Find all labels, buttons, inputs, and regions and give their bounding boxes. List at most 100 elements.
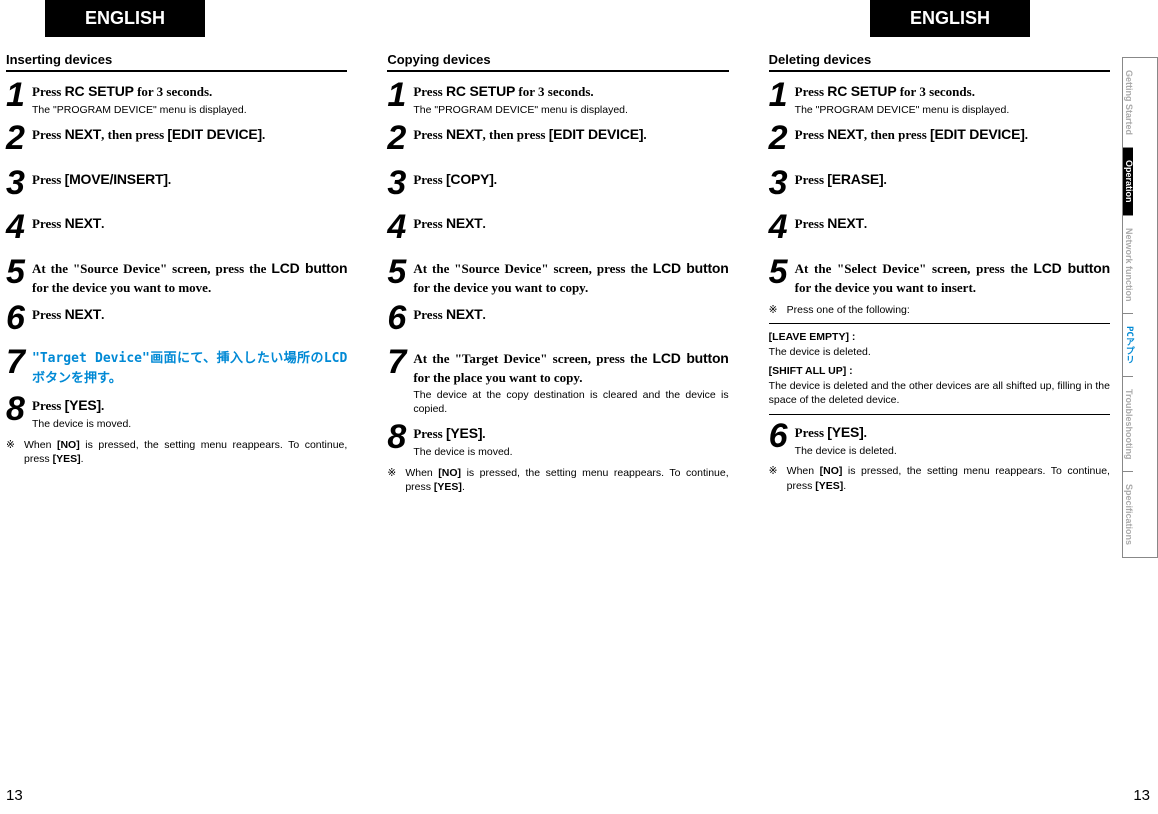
column-inserting: Inserting devices 1 Press RC SETUP for 3… <box>6 52 347 495</box>
step-number: 3 <box>6 168 32 199</box>
step-number: 7 <box>387 347 413 416</box>
step-number: 6 <box>387 303 413 334</box>
section-title: Deleting devices <box>769 52 1110 72</box>
step-number: 1 <box>6 80 32 117</box>
step-6: 6 Press NEXT. <box>387 303 728 334</box>
step-2: 2 Press NEXT, then press [EDIT DEVICE]. <box>769 123 1110 154</box>
step-number: 3 <box>769 168 795 199</box>
language-tab-right: ENGLISH <box>870 0 1030 37</box>
column-copying: Copying devices 1 Press RC SETUP for 3 s… <box>387 52 728 495</box>
step-number: 7 <box>6 347 32 388</box>
page-number-right: 13 <box>1133 787 1150 804</box>
step-subtext: The device is moved. <box>32 418 347 432</box>
step-4: 4 Press NEXT. <box>769 212 1110 243</box>
step-text: At the "Select Device" screen, press the… <box>795 259 1110 297</box>
step-text: Press [YES]. <box>413 424 728 444</box>
step-text: Press NEXT. <box>795 214 1110 234</box>
tab-troubleshooting[interactable]: Troubleshooting <box>1123 377 1133 473</box>
note-mark: ※ <box>769 303 787 318</box>
step-text: Press RC SETUP for 3 seconds. <box>32 82 347 102</box>
step-5: 5 At the "Select Device" screen, press t… <box>769 257 1110 297</box>
step-text: Press [MOVE/INSERT]. <box>32 170 347 190</box>
note-mark: ※ <box>387 466 405 495</box>
column-deleting: Deleting devices 1 Press RC SETUP for 3 … <box>769 52 1110 495</box>
step-number: 5 <box>6 257 32 297</box>
option-text: The device is deleted. <box>769 345 1110 360</box>
step-text: Press NEXT. <box>32 214 347 234</box>
side-tabs: Getting Started Operation Network functi… <box>1122 57 1158 558</box>
footnote: ※ When [NO] is pressed, the setting menu… <box>769 464 1110 493</box>
step-text: Press RC SETUP for 3 seconds. <box>795 82 1110 102</box>
step-text: At the "Target Device" screen, press the… <box>413 349 728 387</box>
tab-network-function[interactable]: Network function <box>1123 216 1133 315</box>
tab-specifications[interactable]: Specifications <box>1123 472 1133 557</box>
footnote: ※ When [NO] is pressed, the setting menu… <box>6 438 347 467</box>
step-4: 4 Press NEXT. <box>387 212 728 243</box>
step-text: Press NEXT, then press [EDIT DEVICE]. <box>32 125 347 145</box>
step-text: At the "Source Device" screen, press the… <box>413 259 728 297</box>
manual-page: ENGLISH ENGLISH Inserting devices 1 Pres… <box>0 0 1158 814</box>
step-7: 7 At the "Target Device" screen, press t… <box>387 347 728 416</box>
option-label: [LEAVE EMPTY] : <box>769 330 1110 345</box>
step-subtext: The device is deleted. <box>795 445 1110 459</box>
step-6: 6 Press NEXT. <box>6 303 347 334</box>
step-6: 6 Press [YES]. The device is deleted. <box>769 421 1110 458</box>
step-5: 5 At the "Source Device" screen, press t… <box>387 257 728 297</box>
step-1: 1 Press RC SETUP for 3 seconds. The "PRO… <box>769 80 1110 117</box>
footnote: ※ When [NO] is pressed, the setting menu… <box>387 466 728 495</box>
note-text: When [NO] is pressed, the setting menu r… <box>787 464 1110 493</box>
step-4: 4 Press NEXT. <box>6 212 347 243</box>
language-tab-left: ENGLISH <box>45 0 205 37</box>
step-text: Press [ERASE]. <box>795 170 1110 190</box>
divider <box>769 414 1110 415</box>
option-intro: ※ Press one of the following: <box>769 303 1110 318</box>
step-number: 4 <box>6 212 32 243</box>
option-leave-empty: [LEAVE EMPTY] : The device is deleted. <box>769 330 1110 359</box>
step-subtext: The "PROGRAM DEVICE" menu is displayed. <box>413 104 728 118</box>
step-7: 7 "Target Device"画面にて、挿入したい場所のLCDボタンを押す。 <box>6 347 347 388</box>
tab-operation[interactable]: Operation <box>1123 148 1133 216</box>
step-text: At the "Source Device" screen, press the… <box>32 259 347 297</box>
step-3: 3 Press [MOVE/INSERT]. <box>6 168 347 199</box>
note-text: When [NO] is pressed, the setting menu r… <box>405 466 728 495</box>
step-text: Press RC SETUP for 3 seconds. <box>413 82 728 102</box>
option-shift-all-up: [SHIFT ALL UP] : The device is deleted a… <box>769 364 1110 408</box>
step-subtext: The "PROGRAM DEVICE" menu is displayed. <box>795 104 1110 118</box>
step-1: 1 Press RC SETUP for 3 seconds. The "PRO… <box>6 80 347 117</box>
section-title: Inserting devices <box>6 52 347 72</box>
step-text: Press [YES]. <box>32 396 347 416</box>
note-text: When [NO] is pressed, the setting menu r… <box>24 438 347 467</box>
tab-pc-app[interactable]: PCアプリ <box>1123 314 1133 377</box>
step-subtext: The "PROGRAM DEVICE" menu is displayed. <box>32 104 347 118</box>
step-text: Press NEXT, then press [EDIT DEVICE]. <box>795 125 1110 145</box>
step-number: 3 <box>387 168 413 199</box>
step-subtext: The device is moved. <box>413 446 728 460</box>
step-text-jp: "Target Device"画面にて、挿入したい場所のLCDボタンを押す。 <box>32 349 347 388</box>
step-text: Press NEXT, then press [EDIT DEVICE]. <box>413 125 728 145</box>
step-1: 1 Press RC SETUP for 3 seconds. The "PRO… <box>387 80 728 117</box>
tab-getting-started[interactable]: Getting Started <box>1123 58 1133 148</box>
step-3: 3 Press [COPY]. <box>387 168 728 199</box>
step-text: Press NEXT. <box>413 305 728 325</box>
content-columns: Inserting devices 1 Press RC SETUP for 3… <box>6 52 1110 495</box>
step-number: 4 <box>769 212 795 243</box>
step-number: 6 <box>6 303 32 334</box>
step-text: Press [COPY]. <box>413 170 728 190</box>
note-mark: ※ <box>769 464 787 493</box>
step-number: 5 <box>387 257 413 297</box>
step-number: 4 <box>387 212 413 243</box>
step-number: 6 <box>769 421 795 458</box>
step-5: 5 At the "Source Device" screen, press t… <box>6 257 347 297</box>
step-subtext: The device at the copy destination is cl… <box>413 389 728 416</box>
step-number: 1 <box>769 80 795 117</box>
step-number: 1 <box>387 80 413 117</box>
step-2: 2 Press NEXT, then press [EDIT DEVICE]. <box>387 123 728 154</box>
step-text: Press [YES]. <box>795 423 1110 443</box>
divider <box>769 323 1110 324</box>
step-number: 5 <box>769 257 795 297</box>
step-8: 8 Press [YES]. The device is moved. <box>387 422 728 459</box>
step-number: 8 <box>6 394 32 431</box>
step-number: 2 <box>6 123 32 154</box>
page-number-left: 13 <box>6 787 23 804</box>
option-label: [SHIFT ALL UP] : <box>769 364 1110 379</box>
